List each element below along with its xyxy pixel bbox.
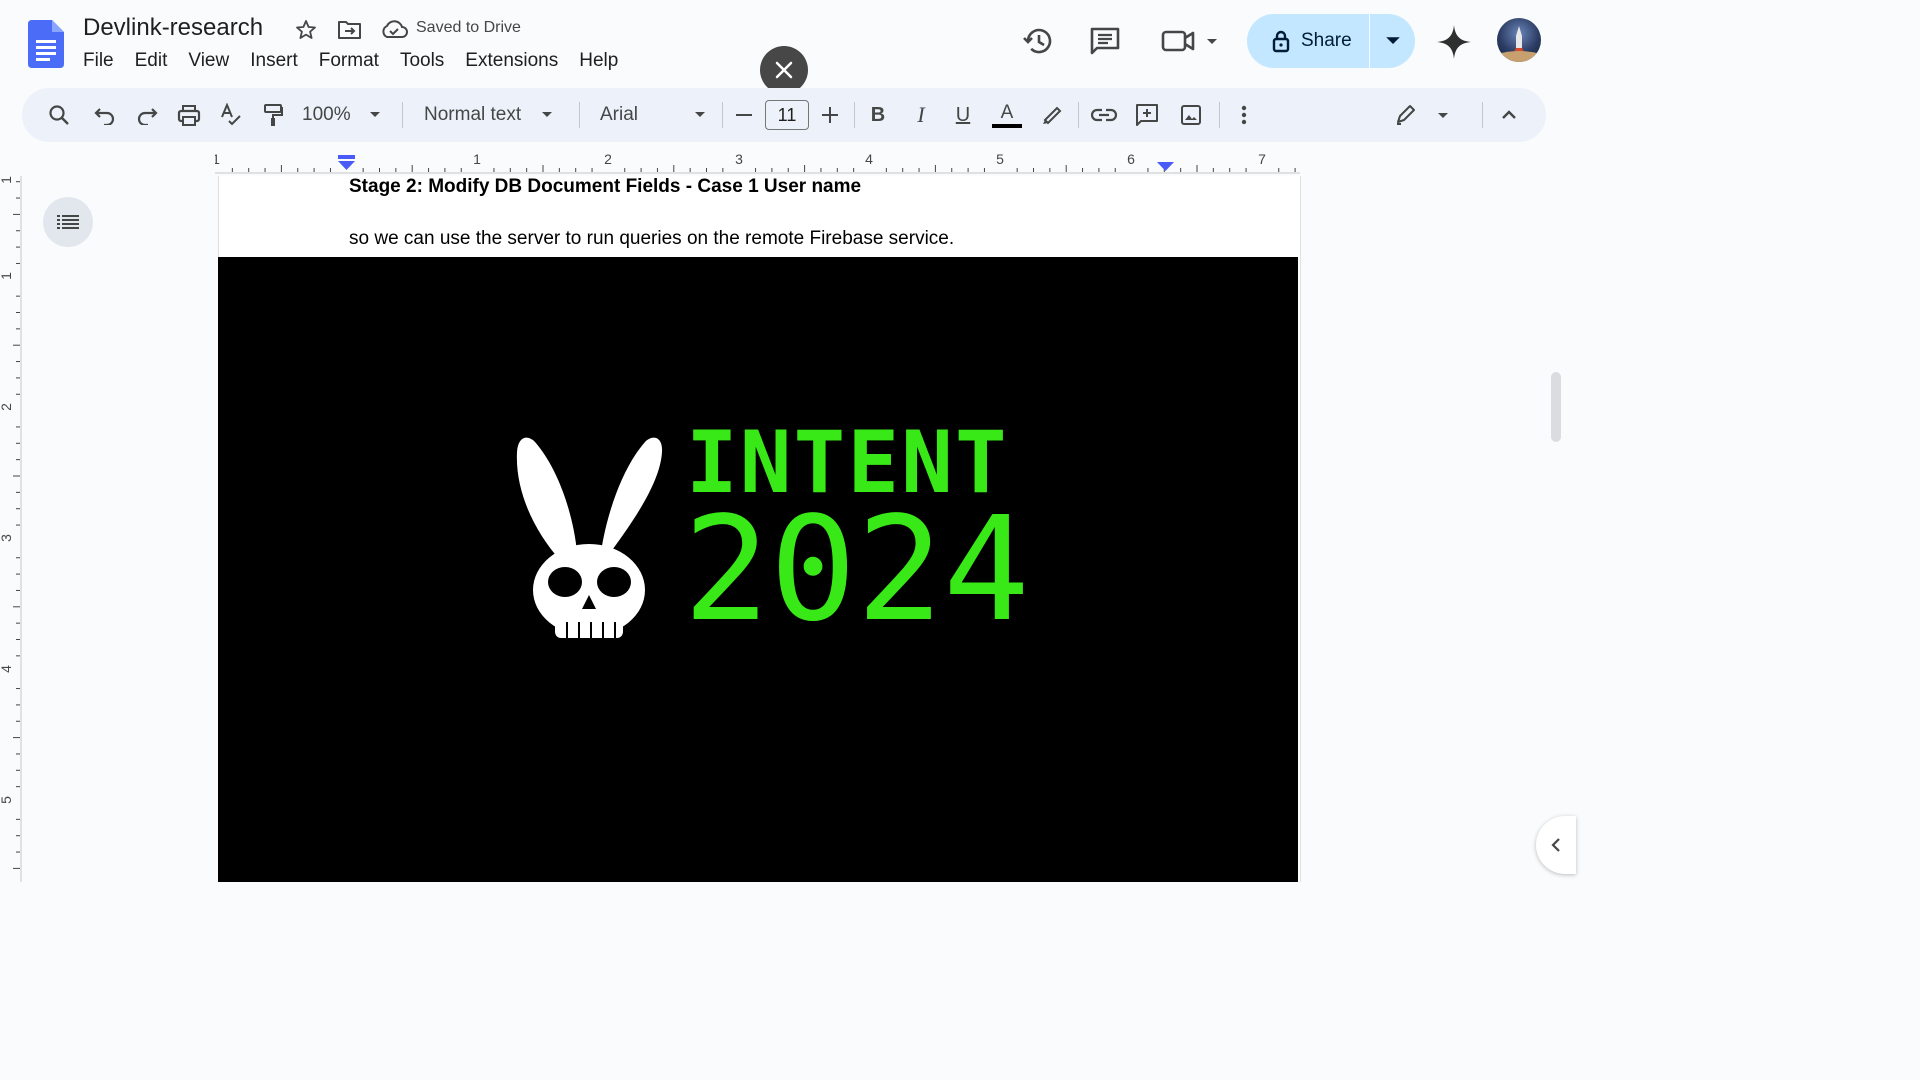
share-label: Share <box>1301 30 1352 51</box>
save-status: Saved to Drive <box>416 19 521 36</box>
chevron-left-icon <box>1551 838 1560 852</box>
history-icon[interactable] <box>1018 22 1058 60</box>
ruler-label: 1 <box>215 151 220 167</box>
ruler-label: 2 <box>0 403 14 411</box>
insert-image-icon[interactable] <box>1176 88 1206 142</box>
banner-year: 2024 <box>683 485 1030 653</box>
italic-icon[interactable]: I <box>907 88 935 142</box>
collapse-icon[interactable] <box>1495 88 1523 142</box>
ruler-label: 5 <box>0 796 14 804</box>
vertical-ruler[interactable]: 1 1 2 3 4 5 <box>0 176 24 882</box>
scrollbar-thumb[interactable] <box>1551 372 1561 442</box>
first-line-indent-marker <box>338 155 355 159</box>
document-outline-button[interactable] <box>43 197 93 247</box>
ruler-label: 7 <box>1258 151 1266 167</box>
lock-icon <box>1272 30 1290 53</box>
toolbar: 100% Normal text Arial 11 B I U A <box>22 88 1546 142</box>
menu-file[interactable]: File <box>83 50 114 72</box>
close-button[interactable] <box>760 46 808 94</box>
increase-font-size-button[interactable] <box>816 88 844 142</box>
menu-bar: File Edit View Insert Format Tools Exten… <box>83 50 639 72</box>
paint-format-icon[interactable] <box>258 88 288 142</box>
comments-icon[interactable] <box>1085 22 1125 60</box>
share-button-group: Share <box>1247 14 1415 68</box>
chevron-down-icon <box>369 112 380 117</box>
redo-icon[interactable] <box>132 88 162 142</box>
font-value: Arial <box>600 104 639 125</box>
chevron-down-icon <box>542 112 553 117</box>
ruler-label: 1 <box>0 176 14 184</box>
meet-icon[interactable] <box>1158 22 1224 60</box>
text-color-icon[interactable]: A <box>990 88 1024 142</box>
bold-icon[interactable]: B <box>864 88 892 142</box>
highlight-icon[interactable] <box>1037 88 1067 142</box>
ruler-label: 4 <box>865 151 873 167</box>
menu-format[interactable]: Format <box>319 50 379 72</box>
underline-icon[interactable]: U <box>949 88 977 142</box>
ruler-label: 2 <box>604 151 612 167</box>
menu-edit[interactable]: Edit <box>135 50 168 72</box>
move-folder-icon[interactable] <box>336 17 364 43</box>
menu-tools[interactable]: Tools <box>400 50 444 72</box>
menu-view[interactable]: View <box>188 50 229 72</box>
spellcheck-icon[interactable] <box>216 88 246 142</box>
zoom-value: 100% <box>302 104 351 125</box>
star-icon[interactable] <box>293 17 319 43</box>
docs-logo-icon[interactable] <box>28 20 64 68</box>
font-select[interactable]: Arial <box>600 88 708 142</box>
ruler-label: 6 <box>1127 151 1135 167</box>
horizontal-ruler[interactable]: 1 1 2 3 4 5 6 7 <box>215 150 1300 174</box>
undo-icon[interactable] <box>90 88 120 142</box>
bunny-skull-logo <box>516 437 663 638</box>
outline-icon <box>57 215 79 229</box>
chevron-down-icon <box>695 112 706 117</box>
document-paragraph[interactable]: so we can use the server to run queries … <box>349 228 954 250</box>
style-value: Normal text <box>424 104 522 125</box>
link-icon[interactable] <box>1089 88 1119 142</box>
zoom-select[interactable]: 100% <box>302 88 392 142</box>
cloud-saved-icon[interactable] <box>380 17 408 43</box>
ruler-label: 3 <box>0 534 14 542</box>
menu-insert[interactable]: Insert <box>250 50 298 72</box>
decrease-font-size-button[interactable] <box>730 88 758 142</box>
plus-icon <box>822 107 838 123</box>
menu-extensions[interactable]: Extensions <box>465 50 558 72</box>
font-size-input[interactable]: 11 <box>765 100 809 130</box>
close-icon <box>775 61 793 79</box>
share-button[interactable]: Share <box>1247 14 1369 68</box>
document-heading[interactable]: Stage 2: Modify DB Document Fields - Cas… <box>349 176 861 198</box>
share-dropdown-button[interactable] <box>1370 14 1415 68</box>
gemini-icon[interactable] <box>1434 22 1474 62</box>
style-select[interactable]: Normal text <box>424 88 564 142</box>
chevron-down-icon <box>1385 37 1400 45</box>
print-icon[interactable] <box>174 88 204 142</box>
ruler-label: 1 <box>0 272 14 280</box>
minus-icon <box>736 114 752 116</box>
ruler-label: 3 <box>735 151 743 167</box>
side-panel-toggle[interactable] <box>1536 816 1576 874</box>
avatar[interactable] <box>1497 18 1541 62</box>
more-icon[interactable] <box>1230 88 1258 142</box>
add-comment-icon[interactable] <box>1132 88 1162 142</box>
edit-mode-icon[interactable] <box>1392 88 1452 142</box>
menu-help[interactable]: Help <box>579 50 618 72</box>
document-title[interactable]: Devlink-research <box>83 14 263 42</box>
ruler-label: 4 <box>0 665 14 673</box>
search-icon[interactable] <box>44 88 74 142</box>
ruler-label: 1 <box>473 151 481 167</box>
ruler-label: 5 <box>996 151 1004 167</box>
